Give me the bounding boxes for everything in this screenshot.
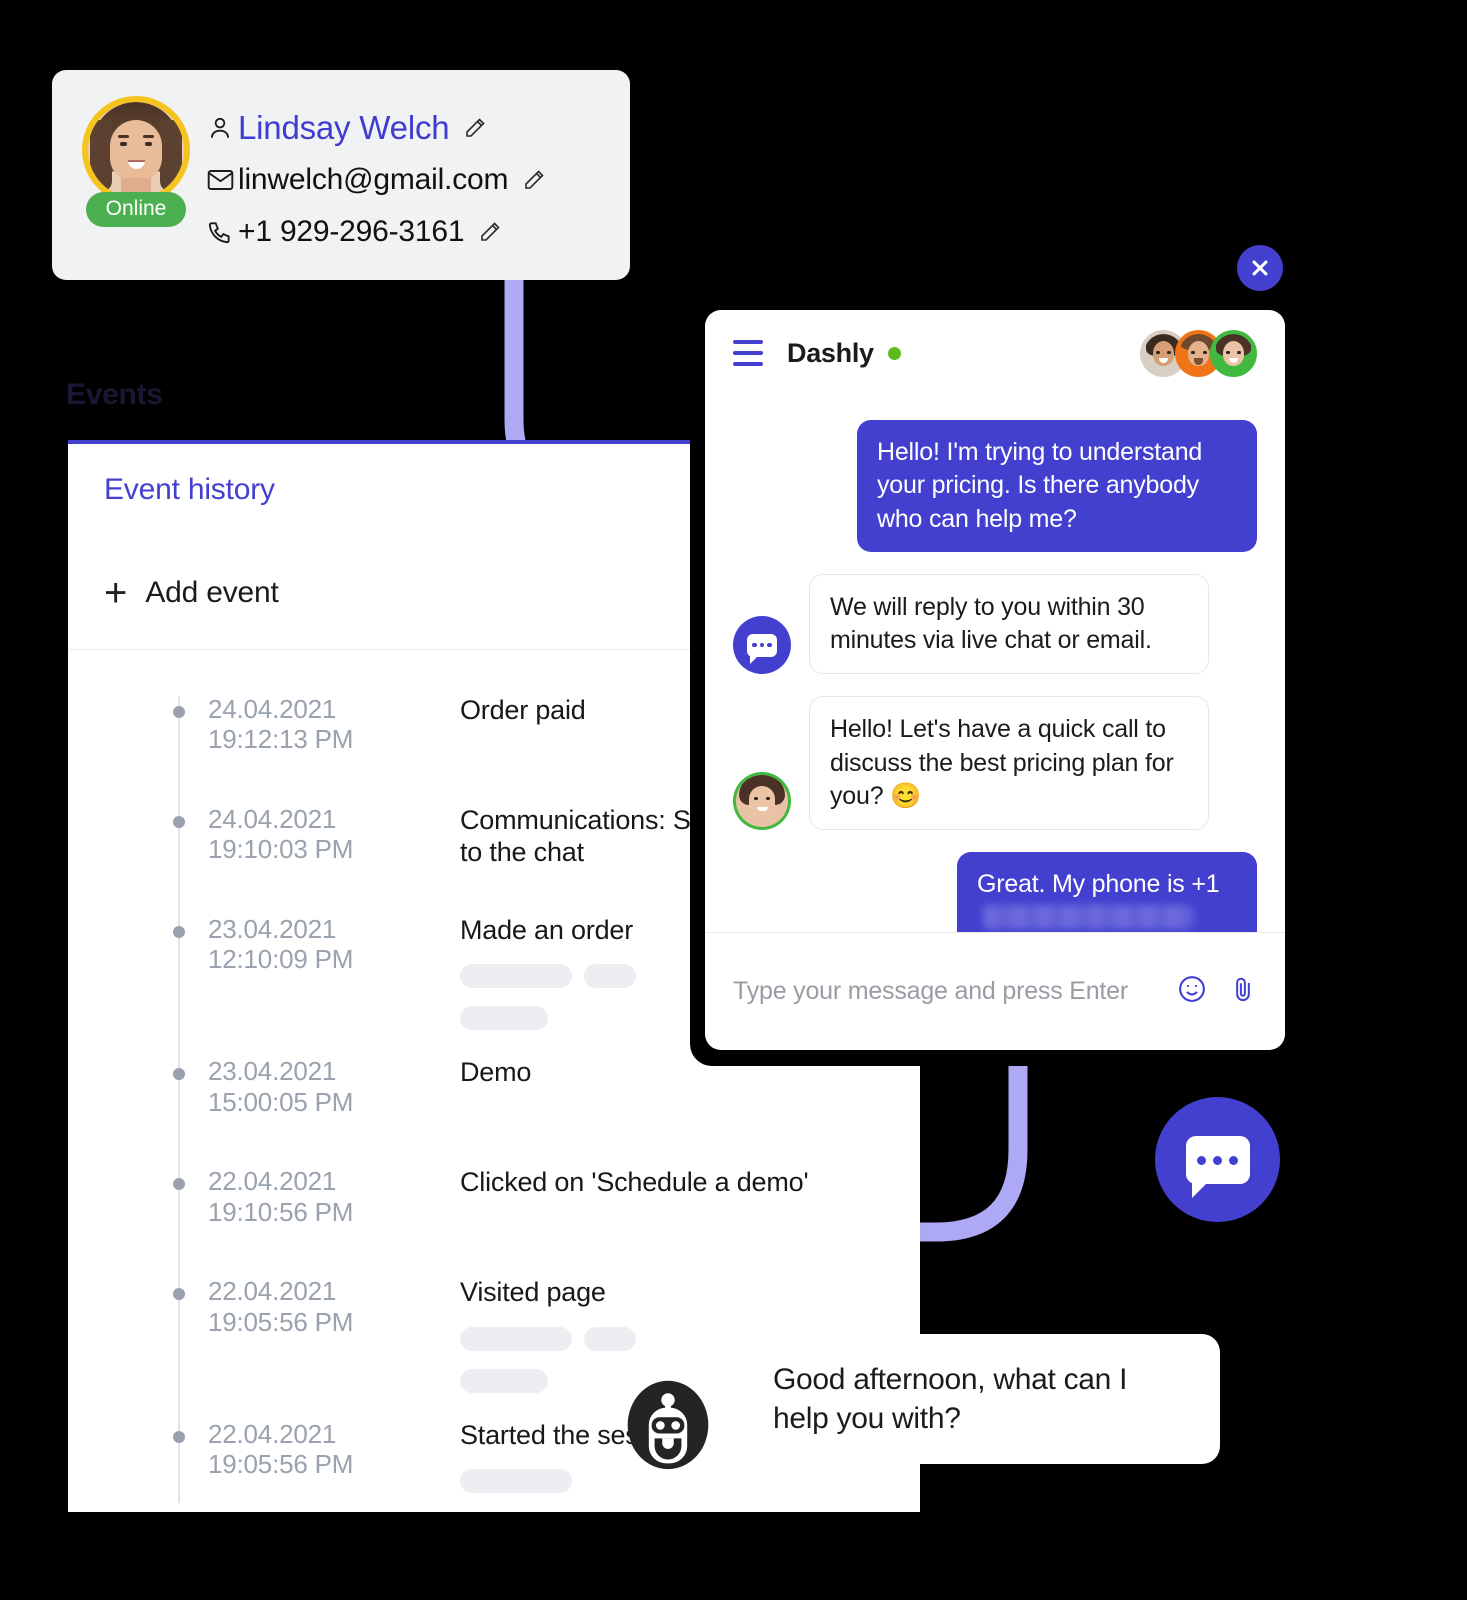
event-placeholder-row	[460, 964, 636, 989]
hamburger-menu-icon[interactable]	[733, 340, 763, 366]
edit-name-pencil-icon[interactable]	[463, 116, 487, 140]
paperclip-icon[interactable]	[1229, 974, 1257, 1009]
envelope-icon	[202, 168, 238, 192]
smiley-icon[interactable]	[1177, 974, 1207, 1009]
agent-avatars	[1140, 329, 1257, 377]
status-badge: Online	[85, 192, 187, 227]
message-bubble: Hello! Let's have a quick call to discus…	[809, 696, 1209, 830]
avatar	[82, 96, 190, 204]
event-timestamp: 22.04.2021 19:05:56 PM	[208, 1276, 354, 1337]
timeline-dot	[173, 926, 185, 938]
contact-name-row: Lindsay Welch	[202, 102, 546, 154]
add-event-label: Add event	[145, 575, 279, 609]
chat-input-placeholder: Type your message and press Enter	[733, 977, 1128, 1005]
chat-message: Hello! Let's have a quick call to discus…	[733, 696, 1257, 830]
message-bubble: Hello! I'm trying to understand your pri…	[857, 420, 1257, 552]
chat-title: Dashly	[787, 337, 874, 368]
event-row: 22.04.2021 19:10:56 PM Clicked on 'Schedul…	[68, 1166, 920, 1250]
contact-name: Lindsay Welch	[238, 109, 450, 146]
plus-icon: +	[104, 570, 128, 615]
event-details: Clicked on 'Schedule a demo'	[460, 1166, 809, 1250]
event-timestamp: 24.04.2021 19:10:03 PM	[208, 804, 354, 865]
bot-prompt-bubble: Good afternoon, what can I help you with…	[733, 1334, 1220, 1464]
event-timestamp: 24.04.2021 19:12:13 PM	[208, 694, 354, 755]
placeholder-chip	[460, 1006, 548, 1031]
event-details: Order paid	[460, 694, 586, 778]
placeholder-chip	[460, 1326, 572, 1351]
contact-email: linwelch@gmail.com	[238, 163, 509, 196]
redacted-phone-number	[983, 905, 1193, 930]
event-row: 23.04.2021 15:00:05 PM Demo	[68, 1056, 920, 1140]
bot-prompt-text: Good afternoon, what can I help you with…	[773, 1363, 1128, 1435]
user-icon	[202, 114, 238, 142]
event-details: Made an order	[460, 914, 636, 1031]
chat-launcher-button[interactable]	[1155, 1097, 1280, 1222]
chat-input-bar[interactable]: Type your message and press Enter	[705, 932, 1285, 1050]
placeholder-chip	[460, 1368, 548, 1393]
placeholder-chip	[460, 964, 572, 989]
event-timestamp: 22.04.2021 19:10:56 PM	[208, 1166, 354, 1227]
chat-message: Great. My phone is +1	[733, 852, 1257, 932]
operator-avatar	[733, 772, 791, 830]
chat-widget: Dashly Hello! I'm trying to understand y…	[705, 310, 1285, 1050]
timeline-dot	[173, 1178, 185, 1191]
event-timestamp: 23.04.2021 15:00:05 PM	[208, 1056, 354, 1117]
timeline-dot	[173, 1288, 185, 1301]
tab-label: Event history	[104, 473, 275, 506]
event-title: Visited page	[460, 1277, 606, 1308]
event-title: Demo	[460, 1057, 532, 1088]
event-placeholder-row	[460, 1469, 687, 1494]
online-status-dot	[887, 346, 901, 360]
bot-avatar	[733, 616, 791, 675]
event-title: Order paid	[460, 695, 586, 725]
event-details: Visited page	[460, 1276, 636, 1393]
contact-card: Online Lindsay Welch linwelch@gmail.com …	[52, 70, 630, 280]
screenshot-root: Online Lindsay Welch linwelch@gmail.com …	[0, 0, 1467, 1600]
robot-icon	[620, 1375, 716, 1471]
edit-email-pencil-icon[interactable]	[522, 168, 546, 192]
message-bubble: We will reply to you within 30 minutes v…	[809, 573, 1209, 675]
events-section-title: Events	[66, 378, 163, 411]
chat-message-list: Hello! I'm trying to understand your pri…	[705, 396, 1285, 932]
timeline-dot	[173, 1430, 185, 1443]
event-timestamp: 22.04.2021 19:05:56 PM	[208, 1418, 354, 1479]
event-title: Clicked on 'Schedule a demo'	[460, 1167, 809, 1198]
timeline-dot	[173, 1068, 185, 1081]
contact-info: Lindsay Welch linwelch@gmail.com +1 929-…	[202, 96, 546, 258]
event-details: Demo	[460, 1056, 531, 1140]
avatar-column: Online	[78, 96, 194, 227]
chat-bubble-icon	[1185, 1135, 1250, 1198]
placeholder-chip	[460, 1469, 572, 1494]
edit-phone-pencil-icon[interactable]	[478, 220, 502, 244]
avatar	[1210, 329, 1257, 377]
timeline-dot	[173, 706, 185, 718]
message-bubble: Great. My phone is +1	[957, 852, 1257, 932]
event-placeholder-row	[460, 1368, 636, 1393]
contact-phone: +1 929-296-3161	[238, 215, 465, 248]
placeholder-chip	[584, 1326, 636, 1351]
placeholder-chip	[584, 964, 636, 989]
chat-message: We will reply to you within 30 minutes v…	[733, 573, 1257, 675]
chat-message: Hello! I'm trying to understand your pri…	[733, 420, 1257, 552]
event-placeholder-row	[460, 1326, 636, 1351]
contact-phone-row: +1 929-296-3161	[202, 206, 546, 258]
event-title: Made an order	[460, 915, 634, 945]
phone-icon	[202, 219, 238, 245]
chat-header: Dashly	[705, 310, 1285, 396]
contact-email-row: linwelch@gmail.com	[202, 154, 546, 206]
close-chat-button[interactable]	[1237, 245, 1283, 291]
event-timestamp: 23.04.2021 12:10:09 PM	[208, 914, 354, 975]
timeline-dot	[173, 816, 185, 828]
event-placeholder-row	[460, 1006, 636, 1031]
